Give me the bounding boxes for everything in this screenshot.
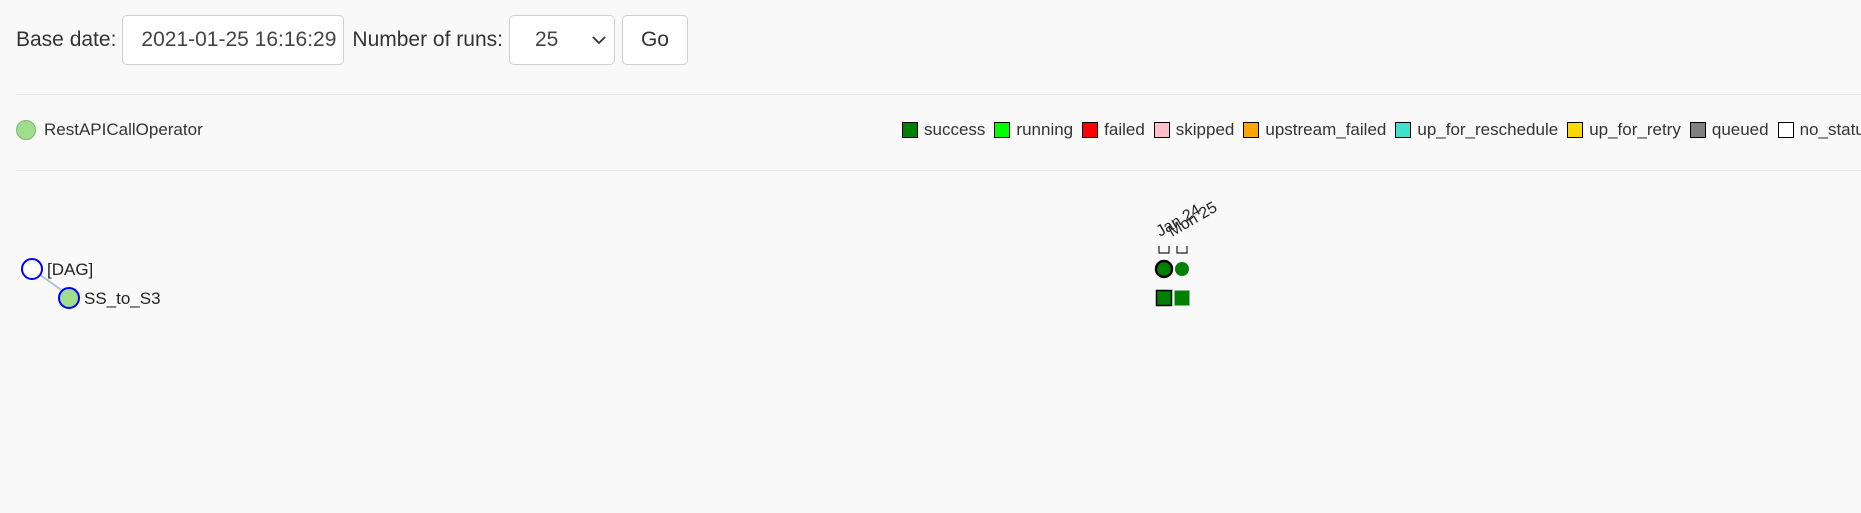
legend-swatch bbox=[902, 122, 918, 138]
legend-swatch bbox=[1395, 122, 1412, 138]
divider bbox=[16, 94, 1861, 95]
legend-label: running bbox=[1016, 120, 1074, 139]
num-runs-label: Number of runs: bbox=[352, 27, 503, 51]
legend-swatch bbox=[1153, 122, 1170, 138]
legend-label: queued bbox=[1711, 120, 1769, 139]
legend-label: up_for_reschedule bbox=[1417, 120, 1559, 139]
legend-item-queued: queued bbox=[1689, 120, 1769, 140]
tree-grid: [DAG]SS_to_S3Jan 24Mon 25 bbox=[21, 200, 1220, 309]
legend-item-up-for-retry: up_for_retry bbox=[1567, 120, 1681, 140]
legend-swatch bbox=[1689, 122, 1706, 138]
divider bbox=[16, 170, 1861, 171]
dag-node-label: [DAG] bbox=[47, 260, 93, 279]
legend-swatch bbox=[994, 122, 1011, 138]
task-instance-square[interactable] bbox=[1155, 289, 1173, 307]
tree-form: Base date: Number of runs: 25 Go bbox=[16, 14, 688, 65]
run-date-tick bbox=[1176, 246, 1188, 254]
legend-label: up_for_retry bbox=[1589, 120, 1681, 139]
operator-label: RestAPICallOperator bbox=[44, 120, 203, 139]
legend-label: failed bbox=[1104, 120, 1145, 139]
base-date-label: Base date: bbox=[16, 27, 117, 51]
legend-item-up-for-reschedule: up_for_reschedule bbox=[1395, 120, 1558, 140]
go-button[interactable]: Go bbox=[621, 14, 688, 65]
num-runs-value: 25 bbox=[534, 27, 559, 51]
legend-swatch bbox=[1777, 122, 1794, 138]
legend-item-failed: failed bbox=[1082, 120, 1145, 140]
legend-swatch bbox=[1567, 122, 1584, 138]
dag-run-circle[interactable] bbox=[1154, 259, 1174, 279]
legend-item-skipped: skipped bbox=[1153, 120, 1235, 140]
dag-node-circle[interactable] bbox=[21, 258, 43, 280]
legend-item-running: running bbox=[994, 120, 1073, 140]
task-instance-square[interactable] bbox=[1174, 290, 1190, 306]
task-node-circle[interactable] bbox=[58, 287, 80, 309]
dag-run-circle[interactable] bbox=[1175, 262, 1189, 276]
task-node-label: SS_to_S3 bbox=[84, 289, 161, 308]
state-legend: success running failed skipped upstream_fail… bbox=[902, 120, 1861, 140]
tree-view-page: Base date: Number of runs: 25 Go RestAPI… bbox=[0, 0, 1861, 513]
legend-swatch bbox=[1082, 122, 1099, 138]
chevron-down-icon bbox=[592, 35, 606, 44]
num-runs-select[interactable]: 25 bbox=[508, 14, 615, 65]
legend-item-upstream-failed: upstream_failed bbox=[1243, 120, 1386, 140]
legend-label: no_status bbox=[1799, 120, 1861, 139]
legend-label: upstream_failed bbox=[1265, 120, 1387, 139]
operator-legend: RestAPICallOperator bbox=[16, 120, 203, 140]
legend-label: skipped bbox=[1175, 120, 1235, 139]
base-date-input[interactable] bbox=[122, 14, 345, 65]
legend-label: success bbox=[924, 120, 986, 139]
operator-color-swatch bbox=[16, 120, 36, 140]
legend-swatch bbox=[1243, 122, 1260, 138]
legend-item-no-status: no_status bbox=[1777, 120, 1861, 140]
run-date-tick bbox=[1158, 246, 1170, 254]
legend-item-success: success bbox=[902, 120, 985, 140]
